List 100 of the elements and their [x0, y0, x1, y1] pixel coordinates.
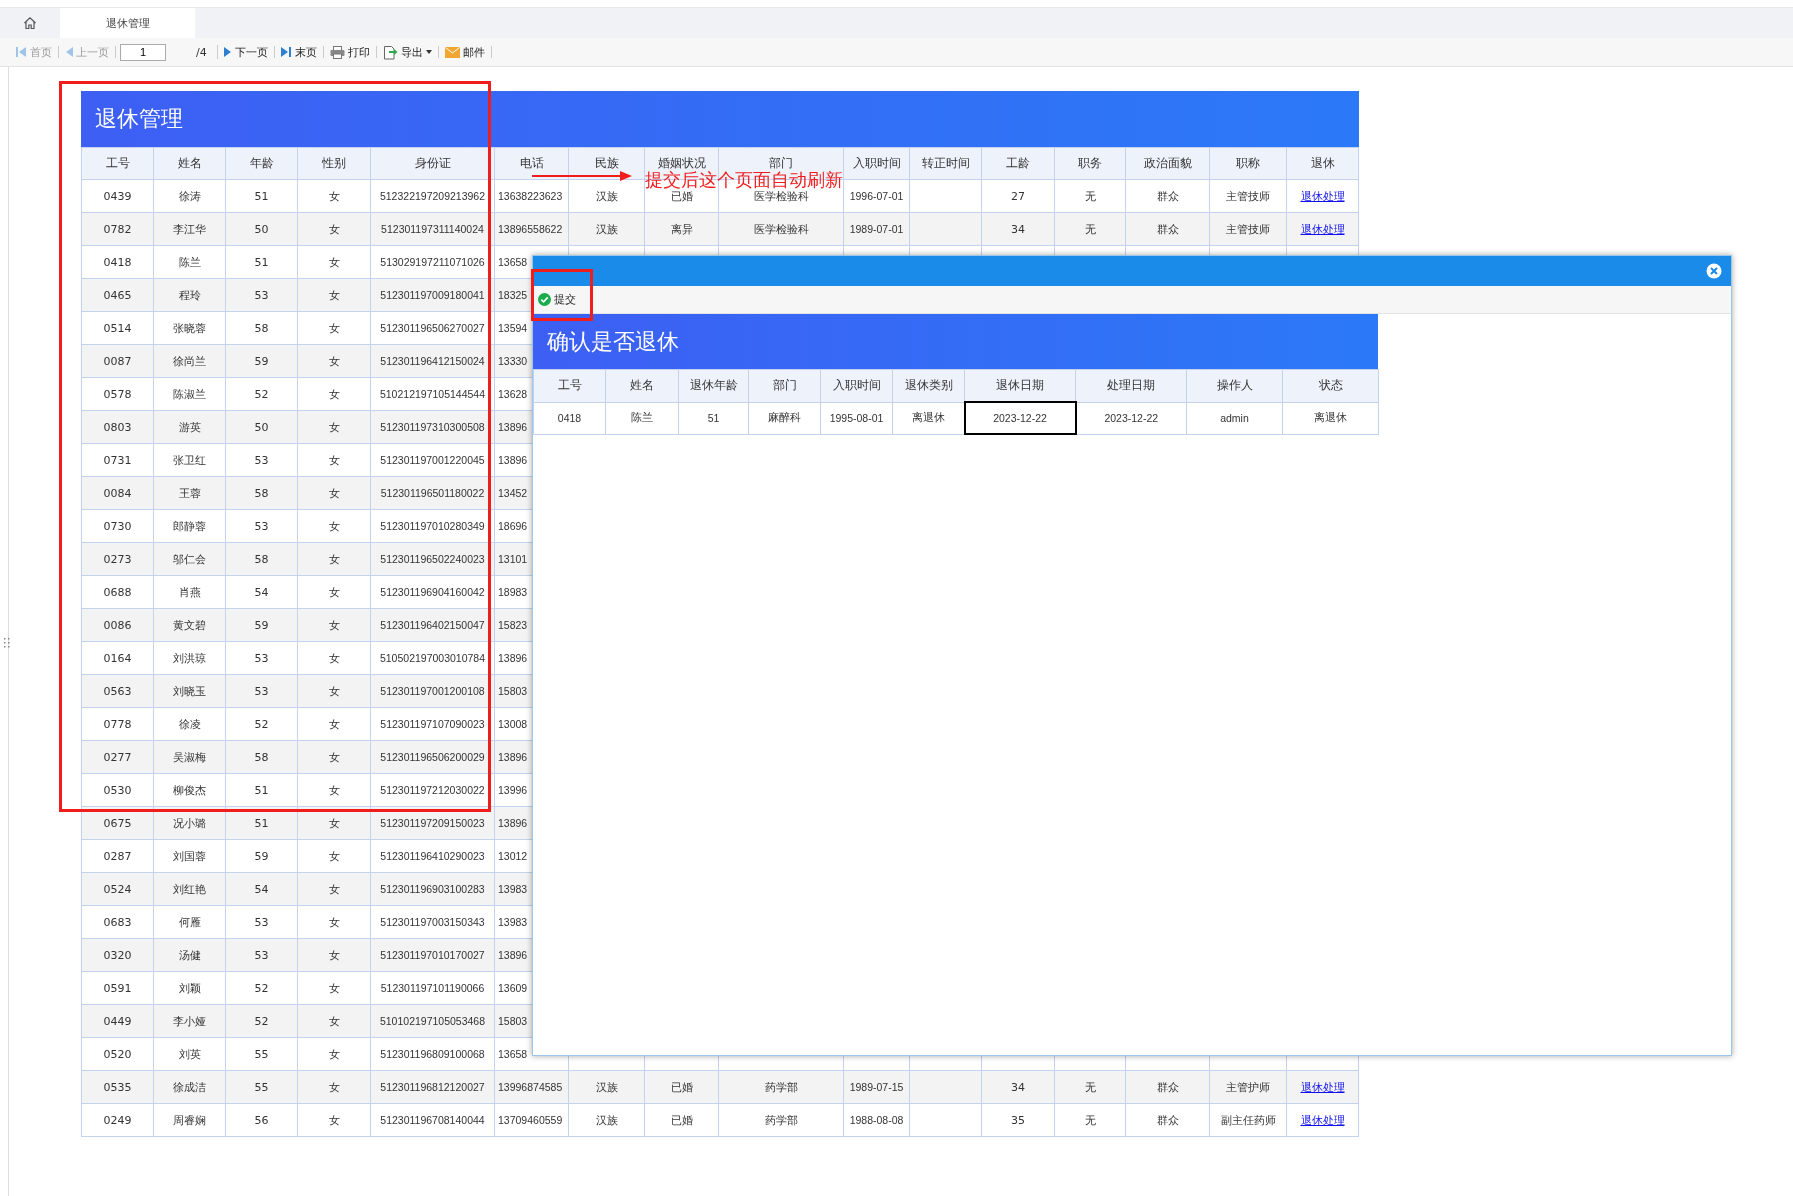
- table-cell: 李小娅: [153, 1004, 226, 1038]
- table-cell: 0439: [81, 179, 154, 213]
- table-cell: 1988-08-08: [843, 1103, 910, 1137]
- table-cell: 女: [297, 476, 371, 510]
- annotation-box: [531, 269, 593, 321]
- table-cell: 女: [297, 212, 371, 246]
- table-cell: 0731: [81, 443, 154, 477]
- table-cell: 女: [297, 542, 371, 576]
- table-cell: 药学部: [718, 1070, 844, 1104]
- table-cell: 512301196708140044: [370, 1103, 495, 1137]
- table-cell: 512322197209213962: [370, 179, 495, 213]
- table-cell: 512301197010280349: [370, 509, 495, 543]
- table-cell: 女: [297, 905, 371, 939]
- table-cell: 刘洪琼: [153, 641, 226, 675]
- table-cell: 53: [225, 641, 298, 675]
- table-cell: 55: [225, 1037, 298, 1071]
- table-cell: 52: [225, 377, 298, 411]
- table-cell: 李江华: [153, 212, 226, 246]
- column-header: 姓名: [605, 369, 679, 402]
- table-cell: 张卫红: [153, 443, 226, 477]
- table-cell: 汉族: [568, 212, 645, 246]
- column-header: 退休日期: [964, 369, 1076, 402]
- table-cell: 女: [297, 1070, 371, 1104]
- table-cell: 53: [225, 278, 298, 312]
- table-cell: 女: [297, 707, 371, 741]
- toolbar-button[interactable]: 打印: [323, 46, 377, 58]
- table-cell: 0449: [81, 1004, 154, 1038]
- table-cell: 58: [225, 476, 298, 510]
- table-cell: 麻醉科: [748, 402, 821, 434]
- table-cell: 女: [297, 872, 371, 906]
- table-cell: 离退休: [1282, 402, 1379, 434]
- table-cell: 王蓉: [153, 476, 226, 510]
- table-cell: 0535: [81, 1070, 154, 1104]
- table-cell: 0418: [533, 402, 606, 434]
- table-cell: 女: [297, 1004, 371, 1038]
- envelope-icon: [444, 46, 460, 58]
- table-cell: 0520: [81, 1037, 154, 1071]
- tab[interactable]: 退休管理: [60, 8, 195, 38]
- table-cell: 女: [297, 179, 371, 213]
- table-cell: 27: [981, 179, 1055, 213]
- column-header: 工龄: [981, 147, 1055, 180]
- table-cell: 柳俊杰: [153, 773, 226, 807]
- table-cell: 1996-07-01: [843, 179, 910, 213]
- annotation-text: 提交后这个页面自动刷新: [645, 170, 843, 189]
- toolbar-button[interactable]: 导出: [376, 46, 439, 58]
- table-cell: 0087: [81, 344, 154, 378]
- table-cell: 徐尚兰: [153, 344, 226, 378]
- table-cell: 女: [297, 509, 371, 543]
- table-cell: 女: [297, 839, 371, 873]
- table-cell: 主管护师: [1209, 1070, 1287, 1104]
- table-cell: 何雁: [153, 905, 226, 939]
- page-total: /4: [196, 45, 207, 59]
- column-header: 退休年龄: [678, 369, 749, 402]
- table-cell: 13709460559: [494, 1103, 569, 1137]
- close-icon[interactable]: [1706, 263, 1722, 279]
- table-cell: 512301197101190066: [370, 971, 495, 1005]
- table-cell: 游英: [153, 410, 226, 444]
- table-cell: 女: [297, 278, 371, 312]
- table-cell: 53: [225, 938, 298, 972]
- table-cell: 0418: [81, 245, 154, 279]
- table-cell: 0086: [81, 608, 154, 642]
- table-cell: 女: [297, 938, 371, 972]
- table-cell: 513029197211071026: [370, 245, 495, 279]
- drag-handle-icon[interactable]: [4, 637, 10, 649]
- column-header: 职务: [1054, 147, 1126, 180]
- table-cell: 51: [225, 179, 298, 213]
- table-cell: 女: [297, 641, 371, 675]
- table-cell: 34: [981, 212, 1055, 246]
- column-header: 转正时间: [909, 147, 982, 180]
- table-cell: 54: [225, 872, 298, 906]
- table-cell: 女: [297, 311, 371, 345]
- column-header: 状态: [1282, 369, 1379, 402]
- table-cell: 13896558622: [494, 212, 569, 246]
- page-input[interactable]: 1: [120, 43, 166, 61]
- date-field[interactable]: 2023-12-22: [964, 402, 1076, 434]
- table-cell: 58: [225, 542, 298, 576]
- column-header: 姓名: [153, 147, 226, 180]
- table-cell: 51: [678, 402, 749, 434]
- toolbar-button[interactable]: 下一页: [217, 46, 275, 58]
- column-header: 性别: [297, 147, 371, 180]
- table-cell: 512301196506270027: [370, 311, 495, 345]
- report-title: 退休管理: [81, 91, 1359, 147]
- table-cell: 510502197003010784: [370, 641, 495, 675]
- table-cell: 药学部: [718, 1103, 844, 1137]
- table-cell: 0249: [81, 1103, 154, 1137]
- table-cell: 51: [225, 245, 298, 279]
- toolbar-button[interactable]: 邮件: [438, 46, 492, 58]
- toolbar-button[interactable]: 末页: [274, 46, 324, 58]
- table-cell: 0320: [81, 938, 154, 972]
- table-cell: 512301197010170027: [370, 938, 495, 972]
- table-cell: 52: [225, 971, 298, 1005]
- table-cell: 徐成洁: [153, 1070, 226, 1104]
- table-cell: 53: [225, 509, 298, 543]
- table-cell: 女: [297, 608, 371, 642]
- table-cell: 女: [297, 410, 371, 444]
- table-cell: 13996874585: [494, 1070, 569, 1104]
- table-cell: 吴淑梅: [153, 740, 226, 774]
- table-cell: admin: [1186, 402, 1283, 434]
- home-icon: [23, 16, 37, 30]
- column-header: 身份证: [370, 147, 495, 180]
